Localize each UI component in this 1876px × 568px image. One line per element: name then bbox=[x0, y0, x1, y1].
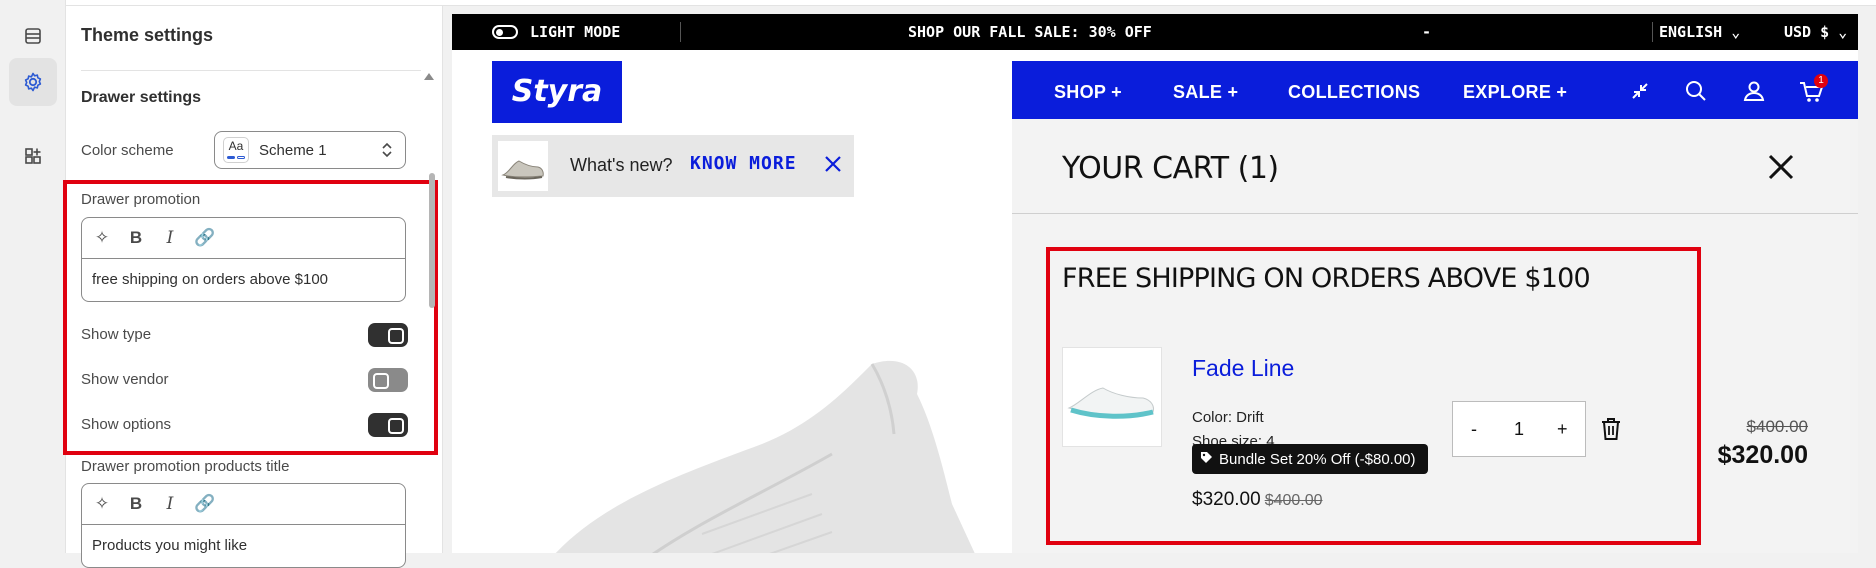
bold-icon[interactable]: B bbox=[126, 494, 146, 514]
line-price: $320.00 bbox=[1717, 441, 1808, 469]
chevron-down-icon: ⌄ bbox=[1731, 23, 1741, 41]
products-title-label: Drawer promotion products title bbox=[81, 458, 290, 475]
hero-product-image bbox=[555, 360, 975, 553]
currency-selector[interactable]: USD $ ⌄ bbox=[1784, 23, 1847, 41]
language-selector[interactable]: ENGLISH ⌄ bbox=[1659, 23, 1740, 41]
color-scheme-value: Scheme 1 bbox=[259, 141, 327, 159]
nav-explore[interactable]: EXPLORE + bbox=[1463, 82, 1567, 103]
highlight-box bbox=[63, 180, 438, 455]
sections-icon[interactable] bbox=[9, 12, 57, 60]
chevron-up-down-icon bbox=[381, 141, 393, 164]
collapse-icon[interactable] bbox=[423, 68, 435, 86]
light-mode-toggle[interactable] bbox=[492, 25, 518, 39]
cart-header: YOUR CART (1) bbox=[1012, 119, 1858, 214]
section-title: Drawer settings bbox=[81, 89, 202, 106]
storefront-preview: LIGHT MODE SHOP OUR FALL SALE: 30% OFF -… bbox=[452, 14, 1858, 553]
magic-icon[interactable]: ✧ bbox=[92, 494, 112, 514]
nav-sale[interactable]: SALE + bbox=[1173, 82, 1238, 103]
account-icon[interactable] bbox=[1742, 79, 1766, 108]
search-icon[interactable] bbox=[1684, 79, 1708, 108]
chevron-down-icon: ⌄ bbox=[1838, 23, 1848, 41]
cart-drawer: YOUR CART (1) FREE SHIPPING ON ORDERS AB… bbox=[1012, 119, 1858, 553]
whats-new-text: What's new? bbox=[570, 155, 673, 175]
products-title-text[interactable]: Products you might like bbox=[82, 525, 405, 566]
close-icon[interactable] bbox=[1767, 153, 1795, 186]
announcement-bar: LIGHT MODE SHOP OUR FALL SALE: 30% OFF -… bbox=[452, 14, 1858, 50]
link-icon[interactable]: 🔗 bbox=[194, 494, 215, 514]
panel-scrollbar[interactable] bbox=[429, 173, 435, 308]
announcement-dash: - bbox=[1422, 23, 1432, 41]
cart-count-badge: 1 bbox=[1814, 74, 1828, 88]
divider bbox=[81, 70, 421, 71]
italic-icon[interactable]: I bbox=[160, 494, 180, 514]
scheme-swatch: Aa bbox=[223, 137, 249, 163]
apps-icon[interactable] bbox=[9, 132, 57, 180]
divider bbox=[680, 22, 681, 42]
theme-settings-icon[interactable] bbox=[9, 58, 57, 106]
main-nav: SHOP + SALE + COLLECTIONS EXPLORE + 1 bbox=[1012, 61, 1858, 121]
collapse-arrows-icon[interactable] bbox=[1628, 79, 1652, 108]
nav-shop[interactable]: SHOP + bbox=[1054, 82, 1122, 103]
cart-title: YOUR CART (1) bbox=[1062, 151, 1279, 186]
know-more-link[interactable]: KNOW MORE bbox=[690, 153, 797, 174]
sale-announcement[interactable]: SHOP OUR FALL SALE: 30% OFF bbox=[908, 23, 1152, 41]
color-scheme-select[interactable]: Aa Scheme 1 bbox=[214, 131, 406, 169]
products-title-editor[interactable]: ✧ B I 🔗 Products you might like bbox=[81, 483, 406, 568]
store-logo[interactable]: Ѕtyra bbox=[492, 61, 622, 123]
highlight-box bbox=[1046, 247, 1701, 545]
nav-collections[interactable]: COLLECTIONS bbox=[1288, 82, 1420, 103]
color-scheme-label: Color scheme bbox=[81, 142, 174, 159]
theme-settings-panel: Theme settings Drawer settings Color sch… bbox=[63, 6, 443, 568]
divider bbox=[1652, 22, 1653, 42]
banner-product-image bbox=[498, 141, 548, 191]
light-mode-label: LIGHT MODE bbox=[530, 23, 621, 41]
editor-rail bbox=[0, 0, 66, 553]
line-compare-price: $400.00 bbox=[1746, 417, 1808, 436]
editor-toolbar: ✧ B I 🔗 bbox=[82, 484, 405, 525]
close-icon[interactable] bbox=[824, 155, 842, 178]
whats-new-banner: What's new? KNOW MORE bbox=[492, 135, 854, 197]
panel-title: Theme settings bbox=[81, 25, 214, 45]
